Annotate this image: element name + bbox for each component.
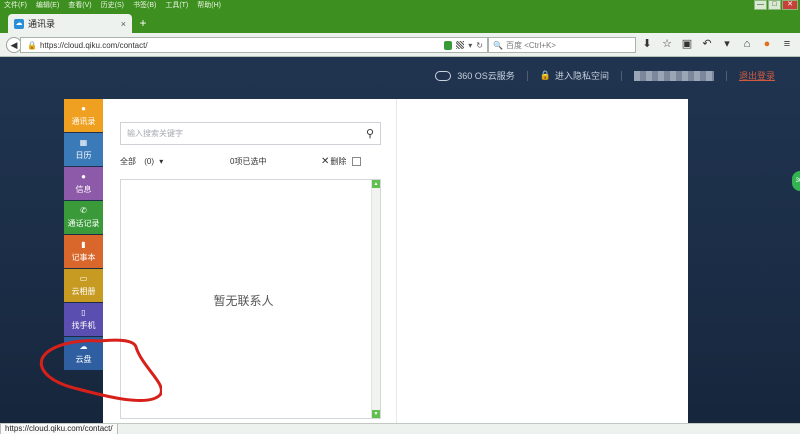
toolbar: ⬇ ☆ ▣ ↶ ▾ ⌂ ● ≡	[640, 37, 794, 52]
filter-count: (0)	[144, 157, 155, 166]
filter-row: 全部 (0) ▾ 0项已选中 ✕ 删除	[120, 156, 381, 170]
sidebar-item-label: 找手机	[71, 320, 96, 330]
cloud-service-link[interactable]: 360 OS云服务	[457, 69, 515, 82]
contact-search: ⚲	[120, 122, 381, 145]
sidebar-item-messages[interactable]: ● 信息	[64, 167, 103, 200]
window-controls: — □ ✕	[754, 0, 798, 10]
sidebar-item-label: 信息	[75, 184, 92, 194]
cloud-favicon-icon: ☁	[14, 18, 24, 29]
chevron-down-icon: ▾	[159, 157, 164, 166]
address-bar[interactable]: 🔒 https://cloud.qiku.com/contact/ ▾ ↻	[20, 37, 488, 53]
notebook-icon: ▮	[81, 239, 86, 249]
sidebar-item-label: 通讯录	[71, 116, 96, 126]
contacts-panel: ⚲ 全部 (0) ▾ 0项已选中 ✕ 删除 暂无联系人 ▲ ▼	[103, 99, 688, 423]
search-icon[interactable]: ⚲	[360, 127, 380, 140]
search-bar[interactable]: 🔍 百度 <Ctrl+K>	[488, 37, 636, 53]
menu-edit[interactable]: 编辑(E)	[36, 0, 59, 11]
reload-icon[interactable]: ↻	[476, 41, 483, 50]
message-icon: ●	[81, 171, 86, 181]
sidebar-item-calendar[interactable]: ▦ 日历	[64, 133, 103, 166]
sidebar-item-contacts[interactable]: ● 通讯录	[64, 99, 103, 132]
sidebar-item-label: 记事本	[71, 252, 96, 262]
lock-icon: 🔒	[27, 40, 37, 50]
close-window-button[interactable]: ✕	[782, 0, 798, 10]
nav-bar: ◀ 🔒 https://cloud.qiku.com/contact/ ▾ ↻ …	[0, 33, 800, 57]
filter-all-dropdown[interactable]: 全部 (0) ▾	[120, 156, 163, 167]
status-url: https://cloud.qiku.com/contact/	[0, 424, 118, 434]
menu-file[interactable]: 文件(F)	[4, 0, 27, 11]
search-engine-icon: 🔍	[493, 40, 503, 50]
selected-count: 0项已选中	[230, 157, 267, 166]
username-redacted	[633, 70, 714, 81]
qr-code-icon[interactable]	[456, 41, 465, 49]
sidebar-item-photos[interactable]: ▭ 云相册	[64, 269, 103, 302]
chevron-down-icon[interactable]: ▾	[720, 37, 734, 52]
detail-pane-divider	[396, 99, 397, 423]
menu-help[interactable]: 帮助(H)	[197, 0, 221, 11]
status-bar: https://cloud.qiku.com/contact/	[0, 423, 800, 434]
divider	[620, 70, 622, 81]
top-nav: 360 OS云服务 🔒 进入隐私空间 退出登录	[435, 69, 775, 82]
download-icon[interactable]: ⬇	[640, 37, 654, 52]
app-sidebar: ● 通讯录 ▦ 日历 ● 信息 ✆ 通话记录 ▮ 记事本 ▭ 云相册 ▯ 找手机…	[64, 99, 103, 371]
private-space-link[interactable]: 进入隐私空间	[555, 69, 609, 82]
phone-find-icon: ▯	[81, 307, 86, 317]
logout-link[interactable]: 退出登录	[739, 69, 775, 82]
calendar-icon: ▦	[79, 137, 88, 147]
sidebar-item-cloud-drive[interactable]: ☁ 云盘	[64, 337, 103, 370]
side-badge[interactable]: 36	[792, 171, 800, 191]
delete-control[interactable]: ✕ 删除	[321, 156, 362, 167]
url-text[interactable]: https://cloud.qiku.com/contact/	[40, 41, 444, 50]
delete-label: 删除	[330, 157, 347, 166]
new-tab-button[interactable]: +	[137, 17, 149, 29]
scroll-down-icon[interactable]: ▼	[372, 410, 380, 418]
search-bar-placeholder: 百度 <Ctrl+K>	[505, 40, 556, 50]
page-content: 360 OS云服务 🔒 进入隐私空间 退出登录 36 ● 通讯录 ▦ 日历 ● …	[0, 57, 800, 423]
cloud-icon	[435, 70, 452, 81]
select-all-checkbox[interactable]	[352, 157, 362, 166]
bookmark-star-icon[interactable]: ☆	[660, 37, 674, 52]
empty-state-text: 暂无联系人	[213, 294, 274, 308]
sidebar-item-label: 日历	[75, 150, 92, 160]
sidebar-item-call-log[interactable]: ✆ 通话记录	[64, 201, 103, 234]
sidebar-item-label: 云盘	[75, 354, 92, 364]
lock-icon: 🔒	[539, 70, 551, 80]
dropdown-arrow-icon[interactable]: ▾	[468, 41, 472, 50]
close-icon: ✕	[321, 156, 330, 167]
divider	[725, 70, 727, 81]
search-input[interactable]	[121, 123, 360, 144]
clipboard-icon[interactable]: ▣	[680, 37, 694, 52]
maximize-button[interactable]: □	[768, 0, 781, 10]
hamburger-menu-icon[interactable]: ≡	[780, 37, 794, 52]
cloud-icon: ☁	[79, 341, 88, 351]
menu-tools[interactable]: 工具(T)	[165, 0, 188, 11]
list-scrollbar[interactable]: ▲ ▼	[371, 180, 380, 418]
menu-view[interactable]: 查看(V)	[68, 0, 91, 11]
tab-close-icon[interactable]: ×	[121, 19, 126, 29]
scroll-up-icon[interactable]: ▲	[372, 180, 380, 188]
sidebar-item-find-phone[interactable]: ▯ 找手机	[64, 303, 103, 336]
tab-contacts[interactable]: ☁ 通讯录 ×	[8, 14, 132, 33]
menu-history[interactable]: 历史(S)	[101, 0, 124, 11]
tab-bar: ☁ 通讯录 × +	[0, 11, 800, 33]
tab-title: 通讯录	[28, 19, 56, 29]
sidebar-item-label: 云相册	[71, 286, 96, 296]
phone-icon: ✆	[80, 205, 87, 215]
contact-list: 暂无联系人 ▲ ▼	[120, 179, 381, 419]
divider	[526, 70, 528, 81]
filter-all-label: 全部	[120, 157, 136, 166]
home-icon[interactable]: ⌂	[740, 37, 754, 52]
sidebar-item-label: 通话记录	[67, 218, 100, 228]
person-icon: ●	[81, 103, 86, 113]
photo-icon: ▭	[79, 273, 88, 283]
minimize-button[interactable]: —	[754, 0, 767, 10]
menu-bar: 文件(F) 编辑(E) 查看(V) 历史(S) 书签(B) 工具(T) 帮助(H…	[0, 0, 800, 11]
shield-icon[interactable]	[444, 40, 453, 50]
extension-icon[interactable]: ●	[760, 37, 774, 52]
undo-icon[interactable]: ↶	[700, 37, 714, 52]
sidebar-item-notebook[interactable]: ▮ 记事本	[64, 235, 103, 268]
menu-bookmarks[interactable]: 书签(B)	[133, 0, 156, 11]
